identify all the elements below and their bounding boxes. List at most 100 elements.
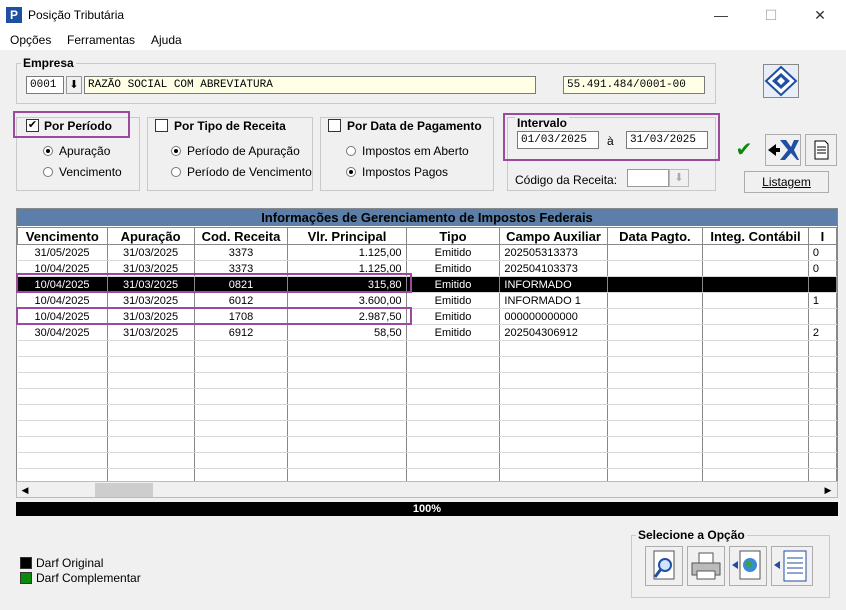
- cell-campo-auxiliar: 202504306912: [499, 324, 608, 341]
- scroll-left-icon[interactable]: ◀: [19, 484, 31, 496]
- magnifier-icon: [653, 550, 675, 580]
- preview-button[interactable]: [645, 546, 683, 586]
- cell-integ-contabil: [702, 244, 809, 261]
- excel-icon: [768, 140, 799, 160]
- cell-data-pagto: [607, 276, 704, 293]
- selecione-label: Selecione a Opção: [638, 528, 745, 542]
- impostos-pagos-radio[interactable]: [346, 167, 356, 177]
- export-excel-button[interactable]: [765, 134, 801, 166]
- cell-vlr-principal: 58,50: [287, 324, 407, 341]
- cell-campo-auxiliar: 000000000000: [499, 308, 608, 325]
- col-data-pagto[interactable]: Data Pagto.: [606, 227, 704, 245]
- col-vlr-principal[interactable]: Vlr. Principal: [287, 227, 407, 245]
- cell-integ-contabil: [702, 308, 809, 325]
- periodo-apuracao-radio[interactable]: [171, 146, 181, 156]
- col-integ-contabil[interactable]: Integ. Contábil: [702, 227, 809, 245]
- periodo-apuracao-label: Período de Apuração: [187, 144, 300, 158]
- legend-label-complementar: Darf Complementar: [36, 571, 141, 585]
- cell-data-pagto: [607, 292, 704, 309]
- cell-extra: 0: [808, 260, 837, 277]
- empty-row: [17, 436, 837, 453]
- scroll-thumb[interactable]: [95, 483, 153, 497]
- legend-swatch-complementar: [20, 572, 32, 584]
- cell-cod-receita: 6912: [194, 324, 289, 341]
- cell-integ-contabil: [702, 260, 809, 277]
- periodo-vencimento-label: Período de Vencimento: [187, 165, 312, 179]
- impostos-aberto-radio[interactable]: [346, 146, 356, 156]
- menu-ferramentas[interactable]: Ferramentas: [67, 33, 135, 47]
- legend-swatch-original: [20, 557, 32, 569]
- empresa-lookup-button[interactable]: ⬇: [66, 76, 82, 94]
- cell-cod-receita: 3373: [194, 244, 289, 261]
- cell-campo-auxiliar: INFORMADO: [499, 276, 608, 293]
- window-title: Posição Tributária: [28, 8, 125, 22]
- col-apuracao[interactable]: Apuração: [106, 227, 195, 245]
- empty-row: [17, 340, 837, 357]
- print-button[interactable]: [687, 546, 725, 586]
- progress-bar: 100%: [16, 502, 838, 516]
- col-vencimento[interactable]: Vencimento: [17, 227, 108, 245]
- impostos-grid: Informações de Gerenciamento de Impostos…: [16, 208, 838, 497]
- minimize-button[interactable]: —: [706, 4, 736, 26]
- table-row[interactable]: 30/04/2025 31/03/2025 6912 58,50 Emitido…: [17, 324, 837, 341]
- cell-tipo: Emitido: [406, 308, 501, 325]
- codigo-receita-lookup-button[interactable]: ⬇: [669, 169, 689, 187]
- scroll-right-icon[interactable]: ▶: [822, 484, 834, 496]
- apuracao-label: Apuração: [59, 144, 111, 158]
- por-data-checkbox[interactable]: [328, 119, 341, 132]
- cell-data-pagto: [607, 308, 704, 325]
- empresa-code-input[interactable]: 0001: [26, 76, 64, 94]
- export-document-icon: [774, 550, 807, 582]
- impostos-table: Vencimento Apuração Cod. Receita Vlr. Pr…: [17, 227, 837, 496]
- empty-row: [17, 356, 837, 373]
- col-cod-receita[interactable]: Cod. Receita: [193, 227, 289, 245]
- maximize-button[interactable]: ☐: [756, 4, 786, 26]
- cell-vencimento: 30/04/2025: [17, 324, 108, 341]
- apuracao-radio[interactable]: [43, 146, 53, 156]
- por-data-label: Por Data de Pagamento: [347, 119, 482, 133]
- export-document-button[interactable]: [771, 546, 813, 586]
- impostos-pagos-label: Impostos Pagos: [362, 165, 449, 179]
- printer-icon: [691, 552, 721, 580]
- highlight-row-0821: [16, 273, 412, 293]
- horizontal-scrollbar[interactable]: ◀ ▶: [16, 481, 838, 498]
- export-web-button[interactable]: [729, 546, 767, 586]
- document-button[interactable]: [805, 134, 837, 166]
- cell-extra: 0: [808, 244, 837, 261]
- cell-vlr-principal: 1.125,00: [287, 244, 407, 261]
- menu-ajuda[interactable]: Ajuda: [151, 33, 182, 47]
- empty-row: [17, 388, 837, 405]
- document-icon: [814, 140, 829, 160]
- empty-row: [17, 452, 837, 469]
- cell-tipo: Emitido: [406, 324, 501, 341]
- legend-label-original: Darf Original: [36, 556, 104, 570]
- codigo-receita-input[interactable]: [627, 169, 669, 187]
- grid-header-row: Vencimento Apuração Cod. Receita Vlr. Pr…: [17, 227, 837, 245]
- cell-campo-auxiliar: INFORMADO 1: [499, 292, 608, 309]
- close-button[interactable]: ✕: [805, 4, 835, 26]
- cell-vencimento: 31/05/2025: [17, 244, 108, 261]
- confirm-button[interactable]: ✔: [728, 134, 760, 166]
- por-tipo-label: Por Tipo de Receita: [174, 119, 286, 133]
- col-tipo[interactable]: Tipo: [405, 227, 501, 245]
- listagem-button[interactable]: Listagem: [744, 171, 829, 193]
- periodo-vencimento-radio[interactable]: [171, 167, 181, 177]
- cell-data-pagto: [607, 244, 704, 261]
- por-tipo-checkbox[interactable]: [155, 119, 168, 132]
- app-icon: P: [6, 7, 22, 23]
- col-extra[interactable]: I: [807, 227, 837, 245]
- receita-logo-icon: [763, 64, 799, 98]
- cell-integ-contabil: [702, 324, 809, 341]
- menu-opcoes[interactable]: Opções: [10, 33, 51, 47]
- cell-tipo: Emitido: [406, 292, 501, 309]
- globe-document-icon: [732, 550, 761, 580]
- cell-extra: [808, 308, 837, 325]
- highlight-por-periodo: [13, 111, 130, 138]
- cell-tipo: Emitido: [406, 244, 501, 261]
- cell-campo-auxiliar: 202505313373: [499, 244, 608, 261]
- col-campo-auxiliar[interactable]: Campo Auxiliar: [499, 227, 608, 245]
- table-row[interactable]: 31/05/2025 31/03/2025 3373 1.125,00 Emit…: [17, 244, 837, 261]
- highlight-intervalo: [503, 113, 720, 161]
- vencimento-radio[interactable]: [43, 167, 53, 177]
- empty-row: [17, 420, 837, 437]
